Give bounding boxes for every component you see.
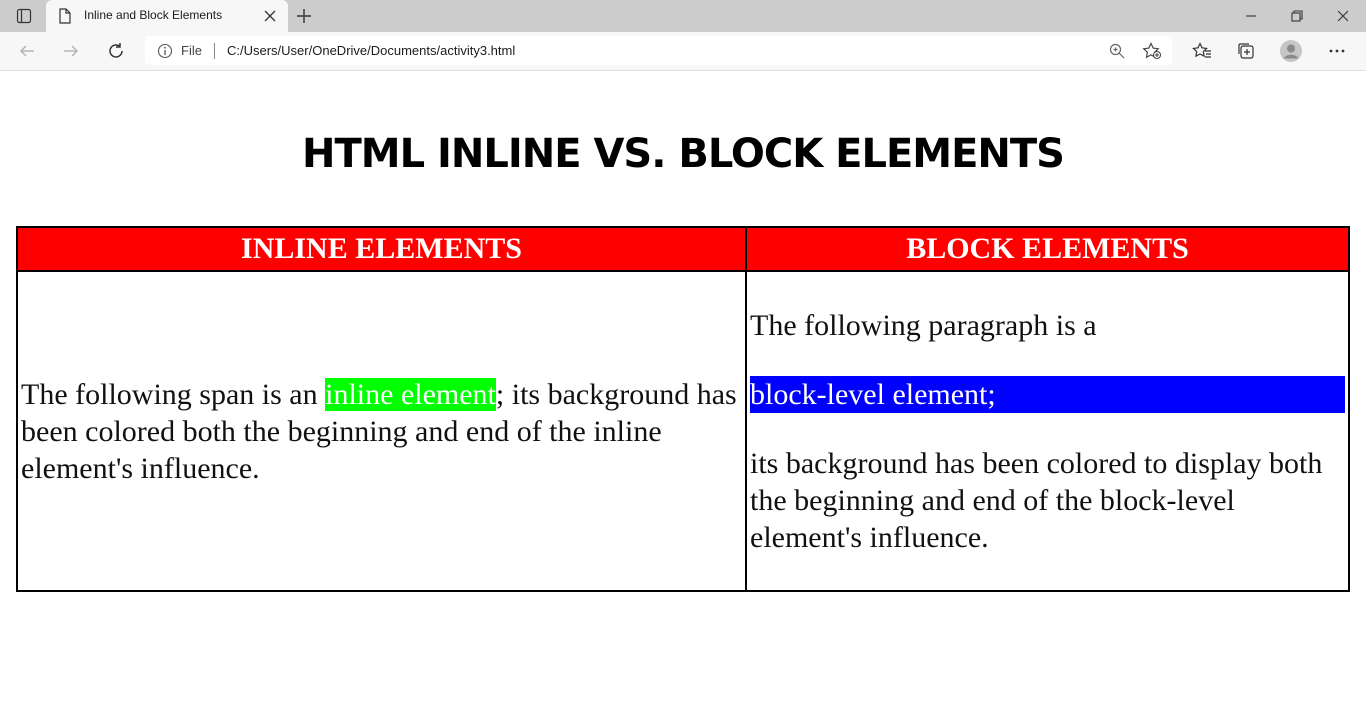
address-divider <box>214 43 215 59</box>
block-text-after: its background has been colored to displ… <box>750 446 1323 554</box>
minimize-icon[interactable] <box>1243 8 1259 24</box>
address-bar[interactable]: File C:/Users/User/OneDrive/Documents/ac… <box>145 36 1172 65</box>
comparison-table: INLINE ELEMENTS BLOCK ELEMENTS The follo… <box>16 226 1350 592</box>
inline-paragraph: The following span is an inline element;… <box>21 376 742 487</box>
table-row: The following span is an inline element;… <box>16 270 1350 592</box>
zoom-icon[interactable] <box>1108 42 1126 60</box>
profile-avatar-icon[interactable] <box>1280 40 1302 62</box>
info-icon[interactable] <box>157 43 173 59</box>
close-tab-icon[interactable] <box>262 8 278 24</box>
refresh-icon[interactable] <box>107 42 125 60</box>
inline-elements-header: INLINE ELEMENTS <box>16 226 747 272</box>
table-header-row: INLINE ELEMENTS BLOCK ELEMENTS <box>16 226 1350 272</box>
forward-icon[interactable] <box>62 42 80 60</box>
tab-title: Inline and Block Elements <box>84 8 223 22</box>
close-window-icon[interactable] <box>1335 8 1351 24</box>
block-elements-header: BLOCK ELEMENTS <box>745 226 1350 272</box>
restore-icon[interactable] <box>1289 8 1305 24</box>
add-favorite-icon[interactable] <box>1142 42 1162 60</box>
url-text[interactable]: C:/Users/User/OneDrive/Documents/activit… <box>227 43 515 58</box>
block-cell: The following paragraph is a block-level… <box>745 270 1350 592</box>
back-icon[interactable] <box>18 42 36 60</box>
tab-actions-icon[interactable] <box>10 6 38 26</box>
new-tab-icon[interactable] <box>295 7 313 25</box>
inline-element-span: inline element <box>325 377 496 411</box>
block-text-before: The following paragraph is a <box>750 308 1097 342</box>
browser-tab[interactable]: Inline and Block Elements <box>46 0 288 32</box>
tab-strip: Inline and Block Elements <box>0 0 1366 32</box>
page-content: HTML INLINE VS. BLOCK ELEMENTS INLINE EL… <box>0 71 1366 725</box>
favorites-icon[interactable] <box>1192 42 1211 60</box>
more-options-icon[interactable] <box>1328 42 1346 60</box>
inline-cell: The following span is an inline element;… <box>16 270 747 592</box>
file-label: File <box>181 43 202 58</box>
block-element-paragraph: block-level element; <box>750 375 1345 413</box>
inline-text-before: The following span is an <box>21 377 326 411</box>
page-icon <box>58 8 72 24</box>
page-heading: HTML INLINE VS. BLOCK ELEMENTS <box>302 131 1065 177</box>
browser-toolbar: File C:/Users/User/OneDrive/Documents/ac… <box>0 32 1366 71</box>
collections-icon[interactable] <box>1237 42 1255 60</box>
